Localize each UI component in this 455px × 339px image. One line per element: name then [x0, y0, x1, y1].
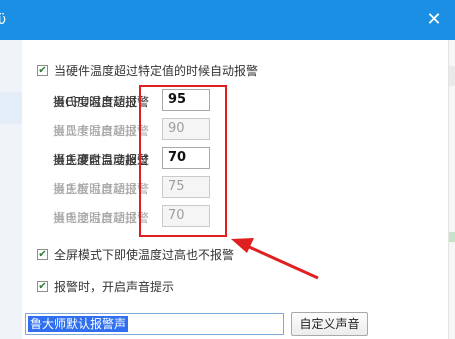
- custom-sound-button[interactable]: 自定义声音: [291, 312, 368, 336]
- fullscreen-label: 全屏模式下即使温度过高也不报警: [54, 248, 235, 262]
- sound-option[interactable]: ✔ 报警时，开启声音提示: [37, 278, 174, 295]
- checkmark-icon: ✔: [38, 280, 47, 292]
- sound-checkbox[interactable]: ✔: [37, 281, 48, 292]
- fullscreen-checkbox[interactable]: ✔: [37, 249, 48, 260]
- sound-label: 报警时，开启声音提示: [54, 280, 175, 294]
- alert-sound-field[interactable]: 鲁大师默认报警声: [25, 313, 284, 335]
- fullscreen-option[interactable]: ✔ 全屏模式下即使温度过高也不报警: [37, 246, 234, 263]
- checkmark-icon: ✔: [38, 248, 47, 260]
- alert-sound-value: 鲁大师默认报警声: [28, 316, 129, 332]
